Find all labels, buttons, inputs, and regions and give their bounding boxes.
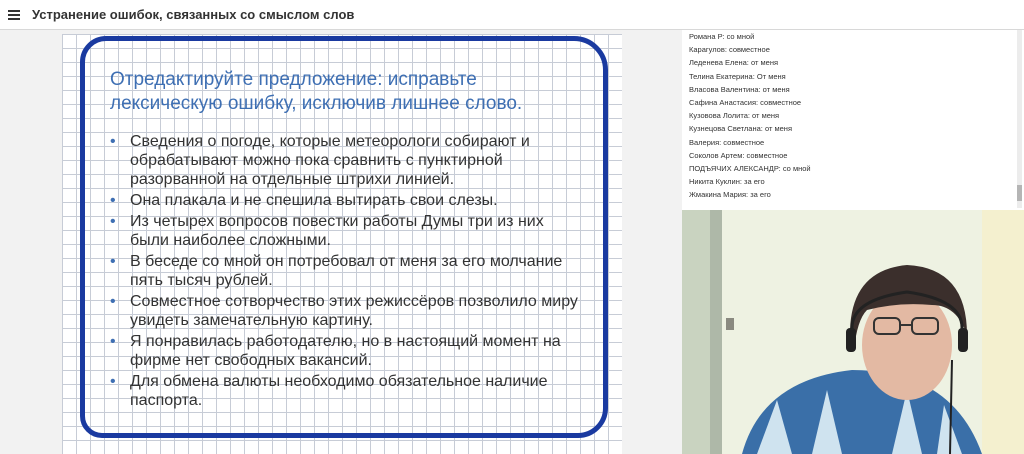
page-title: Устранение ошибок, связанных со смыслом … xyxy=(32,7,355,22)
chat-message: Телина Екатерина: От меня xyxy=(689,71,786,81)
chat-message: Соколов Артем: совместное xyxy=(689,150,788,160)
presenter-video-frame xyxy=(682,210,1024,454)
chat-message: Валерия: совместное xyxy=(689,137,765,147)
list-item: • Совместное сотворчество этих режиссёров… xyxy=(108,292,578,330)
bullet-text: Для обмена валюты необходимо обязательно… xyxy=(130,373,548,409)
slide-heading: Отредактируйте предложение: исправьте ле… xyxy=(110,69,523,114)
list-item: • В беседе со мной он потребовал от меня … xyxy=(108,252,578,290)
bullet-text: Из четырех вопросов повестки работы Думы… xyxy=(130,213,544,249)
chat-message: Леденева Елена: от меня xyxy=(689,58,779,68)
bullet-dot: • xyxy=(110,133,116,150)
bullet-dot: • xyxy=(110,333,116,350)
top-bar: Устранение ошибок, связанных со смыслом … xyxy=(0,0,1024,30)
bullet-dot: • xyxy=(110,213,116,230)
scroll-thumb[interactable] xyxy=(1017,185,1022,201)
hamburger-menu-icon[interactable] xyxy=(8,9,20,20)
bullet-dot: • xyxy=(110,373,116,390)
list-item: • Из четырех вопросов повестки работы Дум… xyxy=(108,212,578,250)
chat-message: ПОДЪЯЧИХ АЛЕКСАНДР: со мной xyxy=(689,163,811,173)
bullet-text: Я понравилась работодателю, но в настоящ… xyxy=(130,333,561,369)
list-item: • Для обмена валюты необходимо обязательн… xyxy=(108,372,578,410)
bullet-dot: • xyxy=(110,293,116,310)
bullet-text: Она плакала и не спешила вытирать свои с… xyxy=(130,192,498,209)
bullet-dot: • xyxy=(110,253,116,270)
bullet-dot: • xyxy=(110,192,116,209)
slide-bullet-list: • Сведения о погоде, которые метеорологи … xyxy=(108,132,578,412)
chat-panel: Романа Р: со мной Карагулов: совместное … xyxy=(682,30,1024,208)
list-item: • Я понравилась работодателю, но в настоя… xyxy=(108,332,578,370)
chat-scrollbar[interactable] xyxy=(1017,30,1022,208)
chat-message: Кузнецова Светлана: от меня xyxy=(689,124,793,134)
chat-message: Никита Куклин: за его xyxy=(689,177,765,187)
presentation-slide: Отредактируйте предложение: исправьте ле… xyxy=(0,30,682,454)
chat-message-list: Романа Р: со мной Карагулов: совместное … xyxy=(682,30,1024,201)
bullet-text: Сведения о погоде, которые метеорологи с… xyxy=(130,133,530,188)
chat-message: Жмакина Мария: за его xyxy=(689,190,771,200)
chat-message: Романа Р: со мной xyxy=(689,32,755,41)
webcam-video xyxy=(682,210,1024,454)
bullet-text: Совместное сотворчество этих режиссёров … xyxy=(130,293,578,329)
chat-message: Кузовова Лолита: от меня xyxy=(689,111,780,121)
chat-message: Власова Валентина: от меня xyxy=(689,84,790,94)
chat-message: Сафина Анастасия: совместное xyxy=(689,97,802,107)
list-item: • Сведения о погоде, которые метеорологи … xyxy=(108,132,578,189)
bullet-text: В беседе со мной он потребовал от меня з… xyxy=(130,253,563,289)
chat-message: Карагулов: совместное xyxy=(689,45,770,55)
list-item: • Она плакала и не спешила вытирать свои … xyxy=(108,191,578,210)
